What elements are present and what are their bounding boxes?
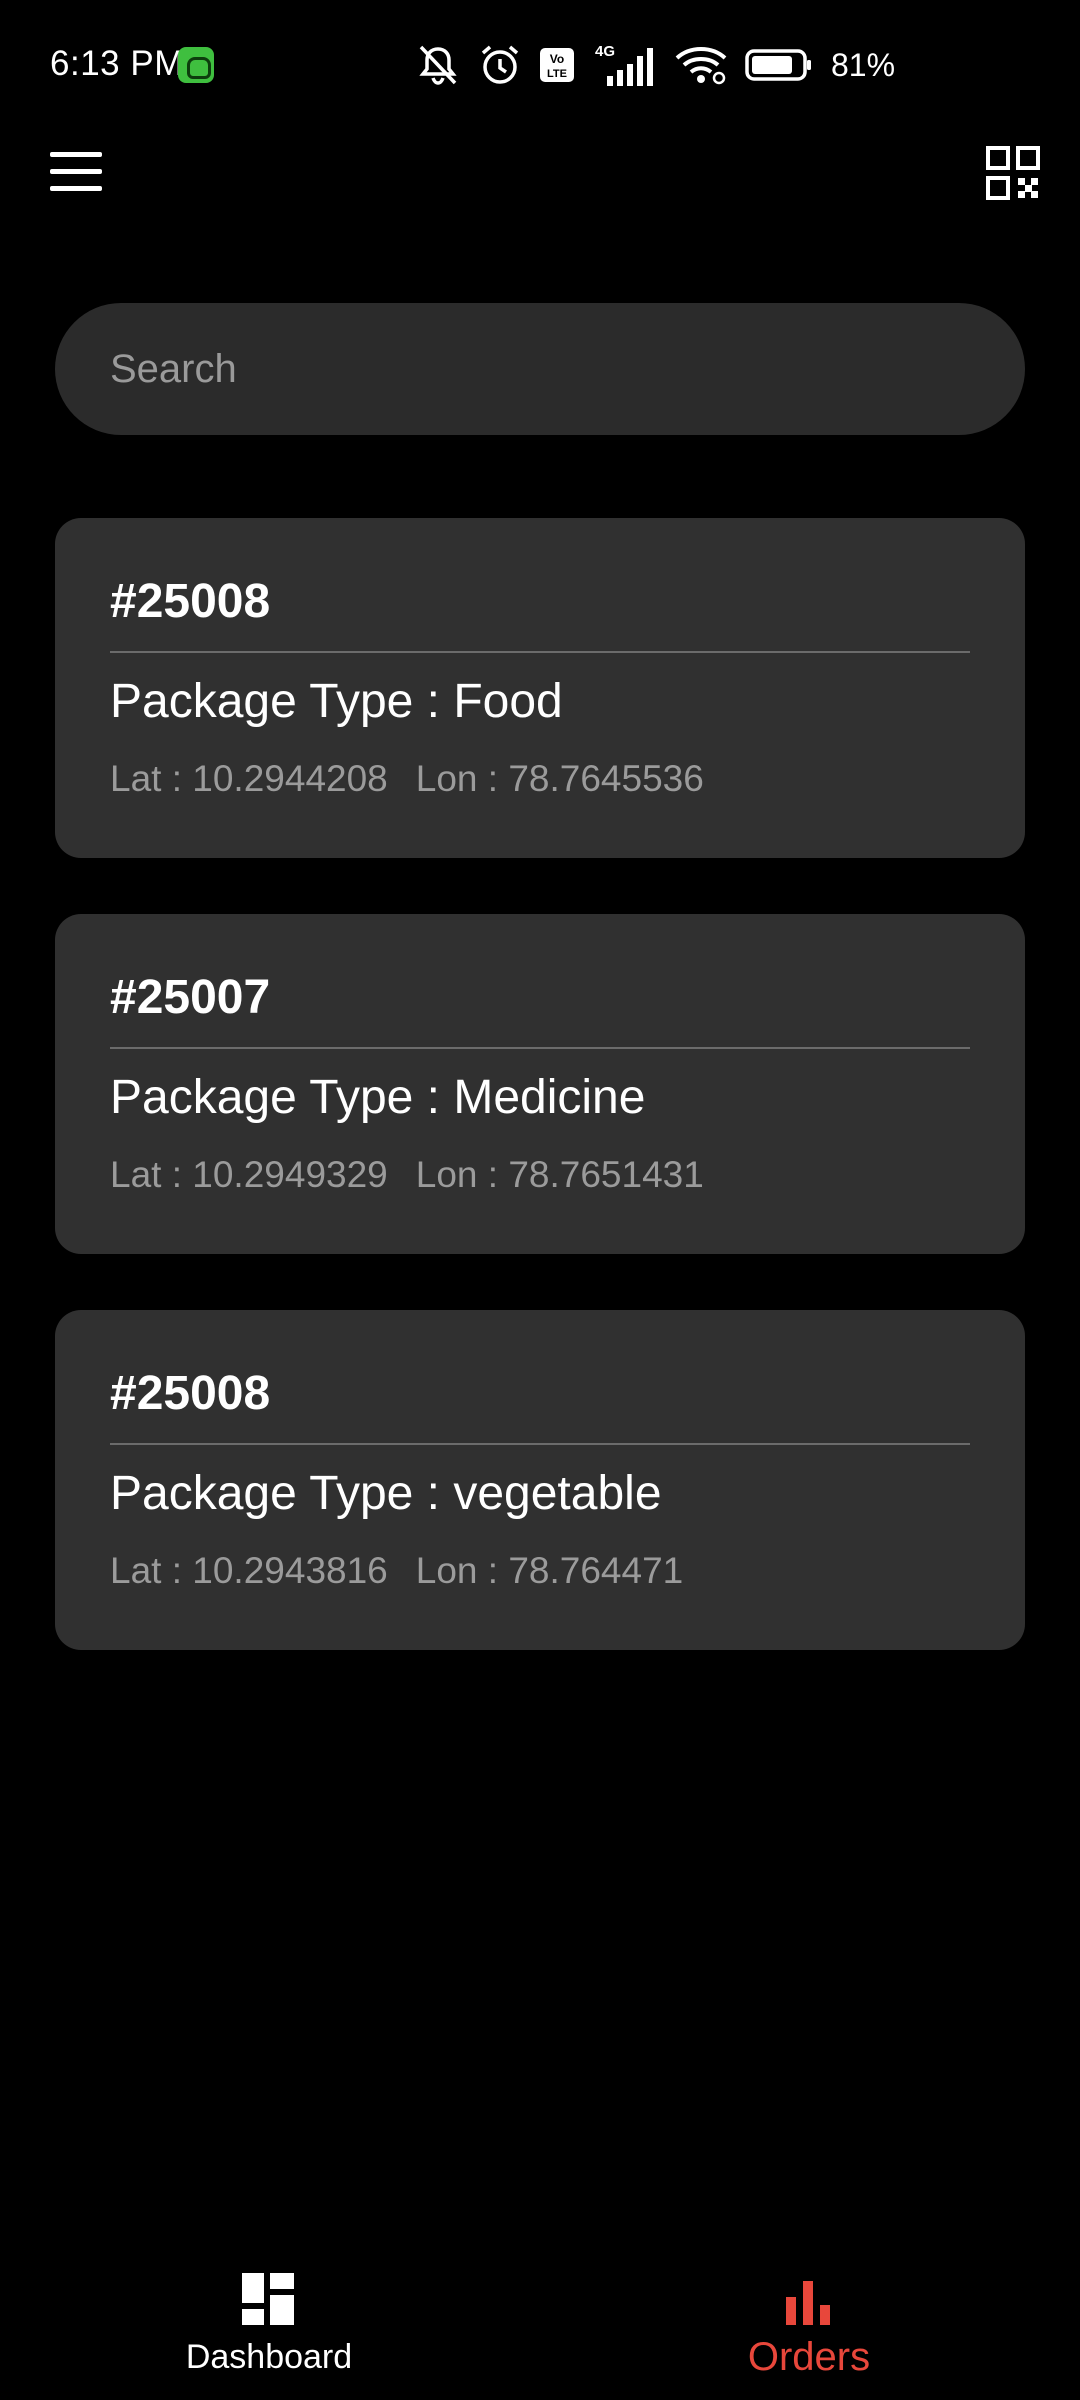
bottom-nav: Dashboard Orders [0, 2250, 1080, 2400]
battery-icon [745, 49, 811, 81]
order-card[interactable]: #25008 Package Type : vegetable Lat : 10… [55, 1310, 1025, 1650]
status-icons: Vo LTE 4G 81% [415, 40, 895, 90]
status-bar: 6:13 PM Vo LTE 4G 81% [0, 0, 1080, 130]
wifi-icon [675, 47, 727, 85]
divider [110, 1047, 970, 1049]
bar-chart-icon [786, 2281, 830, 2325]
search-input[interactable] [110, 303, 970, 435]
dashboard-icon [242, 2273, 294, 2325]
orders-screen: 6:13 PM Vo LTE 4G 81% Search #25008 Pack… [0, 0, 1080, 2400]
package-type: Package Type : Medicine [110, 1071, 646, 1124]
svg-text:Vo: Vo [550, 52, 564, 66]
latitude: Lat : 10.2943816 [110, 1550, 388, 1591]
order-coordinates: Lat : 10.2943816 Lon : 78.764471 [110, 1550, 683, 1592]
nav-item-orders[interactable]: Orders [649, 2250, 969, 2400]
longitude: Lon : 78.7651431 [415, 1154, 704, 1195]
nav-label-orders: Orders [747, 2335, 871, 2379]
search-bar[interactable] [55, 303, 1025, 435]
order-coordinates: Lat : 10.2944208 Lon : 78.7645536 [110, 758, 704, 800]
order-id: #25007 [110, 971, 271, 1024]
nav-label-dashboard: Dashboard [185, 2338, 353, 2376]
svg-text:4G: 4G [595, 43, 615, 60]
longitude: Lon : 78.764471 [415, 1550, 684, 1591]
order-card[interactable]: #25008 Package Type : Food Lat : 10.2944… [55, 518, 1025, 858]
svg-text:LTE: LTE [547, 68, 567, 80]
hamburger-menu-icon[interactable] [50, 150, 102, 194]
longitude: Lon : 78.7645536 [415, 758, 704, 799]
order-coordinates: Lat : 10.2949329 Lon : 78.7651431 [110, 1154, 704, 1196]
battery-percent: 81% [831, 46, 896, 83]
order-list: #25008 Package Type : Food Lat : 10.2944… [55, 518, 1025, 1706]
package-type: Package Type : vegetable [110, 1467, 662, 1520]
order-card[interactable]: #25007 Package Type : Medicine Lat : 10.… [55, 914, 1025, 1254]
volte-icon: Vo LTE [540, 48, 574, 82]
alarm-icon [481, 45, 519, 84]
nav-item-dashboard[interactable]: Dashboard [109, 2250, 429, 2400]
qr-code-icon[interactable] [986, 146, 1040, 200]
mute-icon [419, 45, 457, 85]
status-time: 6:13 PM [50, 44, 184, 83]
order-id: #25008 [110, 575, 271, 628]
order-id: #25008 [110, 1367, 271, 1420]
latitude: Lat : 10.2944208 [110, 758, 388, 799]
signal-4g-icon: 4G [595, 43, 653, 86]
divider [110, 1443, 970, 1445]
divider [110, 651, 970, 653]
package-type: Package Type : Food [110, 675, 563, 728]
latitude: Lat : 10.2949329 [110, 1154, 388, 1195]
app-notification-icon [178, 47, 214, 83]
